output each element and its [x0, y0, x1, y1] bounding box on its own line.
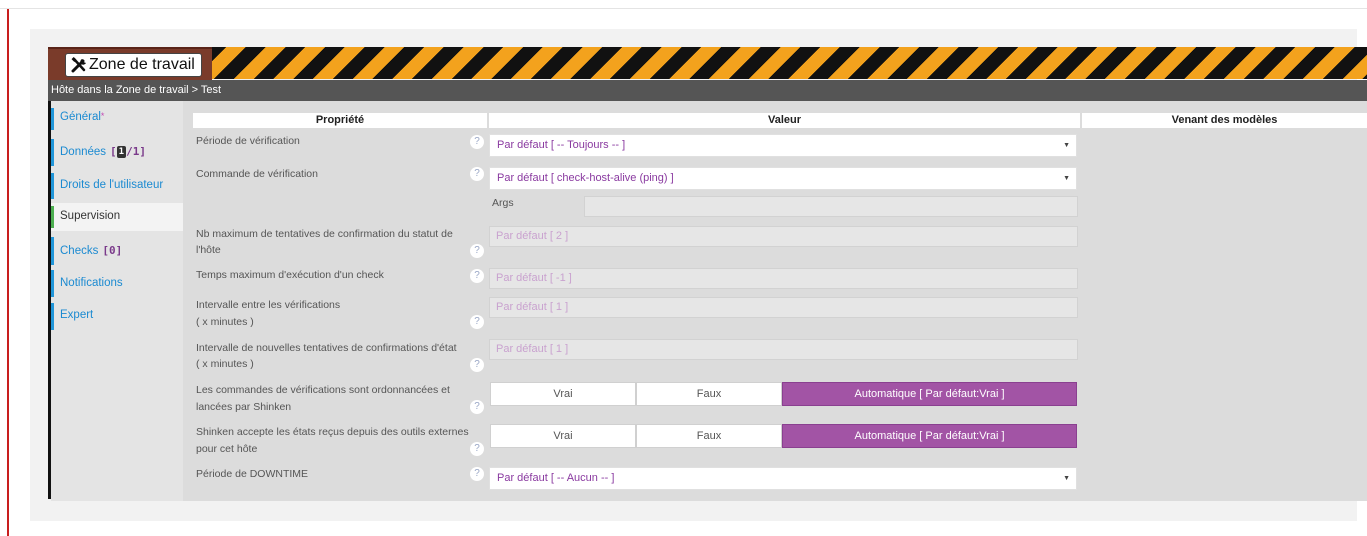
- hazard-stripe-banner: [48, 47, 1367, 79]
- sidebar-item-label: Expert: [60, 309, 94, 321]
- property-label: Intervalle de nouvelles tentatives de co…: [196, 342, 457, 354]
- sidebar-item-label: Droits de l'utilisateur: [60, 179, 164, 191]
- data-count-badge: [1/1]: [110, 145, 146, 158]
- help-icon[interactable]: ?: [470, 269, 484, 283]
- left-red-border: [7, 9, 9, 536]
- tab-marker: [51, 108, 54, 130]
- property-label: Temps maximum d'exécution d'un check: [196, 269, 384, 281]
- args-input[interactable]: [584, 196, 1078, 217]
- sidebar-item-label: Général: [60, 111, 101, 123]
- active-checks-auto-button[interactable]: Automatique [ Par défaut:Vrai ]: [782, 382, 1077, 406]
- sidebar-item-droits[interactable]: Droits de l'utilisateur: [51, 173, 183, 199]
- active-checks-false-button[interactable]: Faux: [636, 382, 782, 406]
- property-label: Shinken accepte les états reçus depuis d…: [196, 426, 469, 438]
- downtime-period-select[interactable]: Par défaut [ -- Aucun -- ] ▼: [489, 467, 1077, 490]
- tab-marker: [51, 173, 54, 199]
- column-header-property: Propriété: [193, 113, 487, 128]
- tab-marker: [51, 270, 54, 297]
- property-label: Commande de vérification: [196, 168, 318, 180]
- sidebar-item-label: Supervision: [60, 210, 121, 222]
- sidebar-item-expert[interactable]: Expert: [51, 303, 183, 330]
- property-label: Période de vérification: [196, 135, 300, 147]
- sidebar-item-checks[interactable]: Checks [0]: [51, 237, 183, 265]
- property-label: Nb maximum de tentatives de confirmation…: [196, 228, 453, 240]
- caret-down-icon: ▼: [1063, 142, 1070, 149]
- sidebar-item-label: Checks: [60, 245, 99, 257]
- sidebar-item-general[interactable]: Général*: [51, 108, 183, 130]
- page: Zone de travail Hôte dans la Zone de tra…: [0, 0, 1367, 536]
- count-icon: 1: [116, 146, 127, 158]
- help-icon[interactable]: ?: [470, 400, 484, 414]
- sidebar-item-donnees[interactable]: Données[1/1]: [51, 139, 183, 166]
- retry-interval-input[interactable]: Par défaut [ 1 ]: [489, 339, 1078, 360]
- property-label-line2: ( x minutes ): [196, 358, 254, 370]
- help-icon[interactable]: ?: [470, 358, 484, 372]
- sidebar-item-label: Données: [60, 146, 107, 158]
- check-timeout-input[interactable]: Par défaut [ -1 ]: [489, 268, 1078, 289]
- sidebar-item-label: Notifications: [60, 277, 123, 289]
- workspace-tab[interactable]: Zone de travail: [65, 53, 202, 77]
- caret-down-icon: ▼: [1063, 475, 1070, 482]
- check-interval-input[interactable]: Par défaut [ 1 ]: [489, 297, 1078, 318]
- sidebar-item-supervision[interactable]: Supervision: [51, 203, 183, 231]
- help-icon[interactable]: ?: [470, 135, 484, 149]
- tab-marker: [51, 303, 54, 330]
- max-check-attempts-input[interactable]: Par défaut [ 2 ]: [489, 226, 1078, 247]
- required-marker: *: [100, 111, 105, 121]
- property-label: Période de DOWNTIME: [196, 468, 309, 480]
- property-label-line2: lancées par Shinken: [196, 401, 292, 413]
- help-icon[interactable]: ?: [470, 167, 484, 181]
- property-label: Intervalle entre les vérifications: [196, 299, 341, 311]
- help-icon[interactable]: ?: [470, 244, 484, 258]
- active-checks-true-button[interactable]: Vrai: [490, 382, 636, 406]
- args-label: Args: [492, 197, 514, 209]
- breadcrumb: Hôte dans la Zone de travail > Test: [48, 80, 1367, 101]
- column-header-value: Valeur: [489, 113, 1080, 128]
- passive-checks-false-button[interactable]: Faux: [636, 424, 782, 448]
- tab-marker: [51, 206, 54, 228]
- property-label-line2: pour cet hôte: [196, 443, 258, 455]
- help-icon[interactable]: ?: [470, 442, 484, 456]
- checks-count-badge: [0]: [102, 244, 123, 257]
- property-label-line2: l'hôte: [196, 244, 221, 256]
- tools-icon: [71, 57, 86, 73]
- tab-marker: [51, 139, 54, 166]
- help-icon[interactable]: ?: [470, 467, 484, 481]
- check-command-select[interactable]: Par défaut [ check-host-alive (ping) ] ▼: [489, 167, 1077, 190]
- sidebar-item-notifications[interactable]: Notifications: [51, 270, 183, 297]
- workspace-title: Zone de travail: [89, 56, 195, 73]
- property-label-line2: ( x minutes ): [196, 316, 254, 328]
- passive-checks-auto-button[interactable]: Automatique [ Par défaut:Vrai ]: [782, 424, 1077, 448]
- passive-checks-true-button[interactable]: Vrai: [490, 424, 636, 448]
- tab-marker: [51, 237, 54, 265]
- help-icon[interactable]: ?: [470, 315, 484, 329]
- property-label: Les commandes de vérifications sont ordo…: [196, 384, 450, 396]
- caret-down-icon: ▼: [1063, 175, 1070, 182]
- top-divider: [0, 8, 1367, 9]
- check-period-select[interactable]: Par défaut [ -- Toujours -- ] ▼: [489, 134, 1077, 157]
- column-header-templates: Venant des modèles: [1082, 113, 1367, 128]
